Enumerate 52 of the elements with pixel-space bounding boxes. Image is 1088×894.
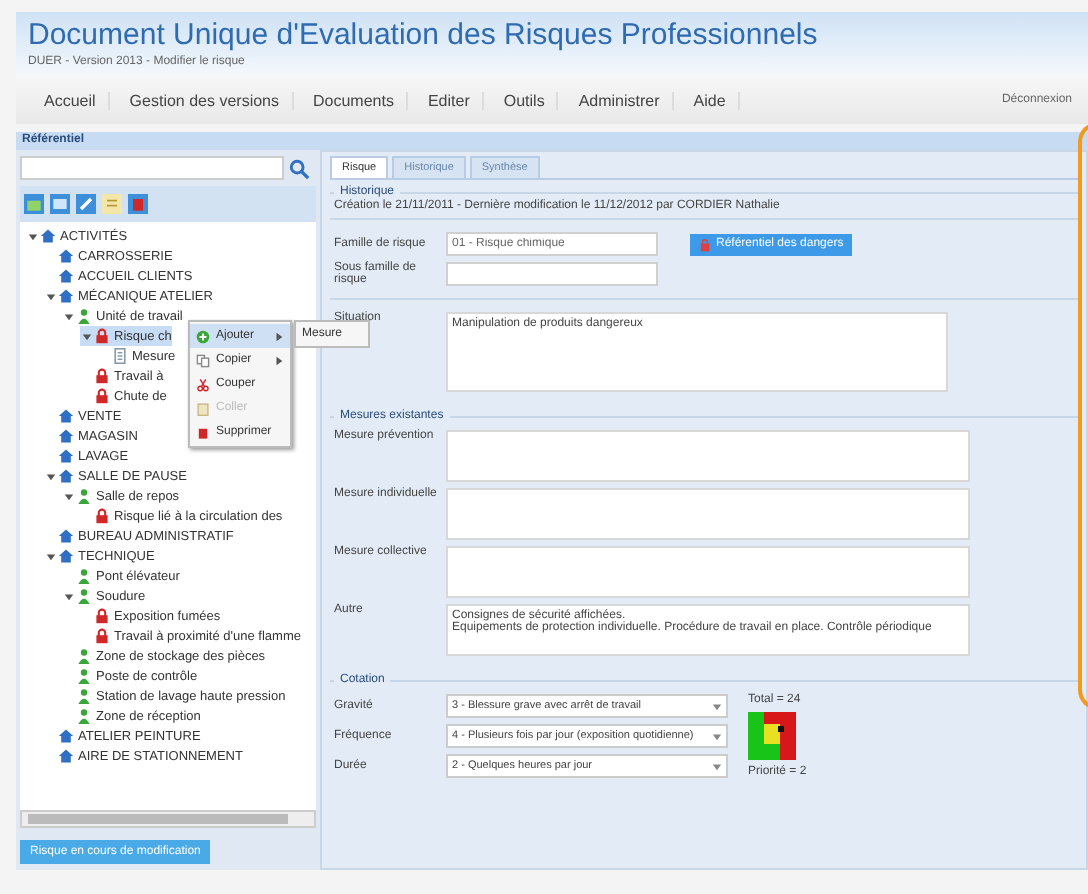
add-folder-icon[interactable]: [24, 194, 44, 214]
lock-icon: [698, 237, 712, 251]
search-field[interactable]: [20, 156, 284, 180]
collapse-arrow-icon[interactable]: [82, 331, 92, 341]
person-icon: [76, 308, 92, 324]
search-icon[interactable]: [288, 157, 310, 179]
submenu-arrow-icon: [274, 331, 284, 341]
lock-icon: [94, 328, 110, 344]
person-icon: [76, 668, 92, 684]
person-icon: [76, 688, 92, 704]
input-field[interactable]: [446, 262, 658, 286]
delete-icon: [196, 425, 210, 439]
person-icon: [76, 488, 92, 504]
copy-icon: [196, 353, 210, 367]
lock-icon: [94, 368, 110, 384]
person-icon: [76, 648, 92, 664]
menu-item[interactable]: Editer: [415, 91, 484, 109]
collapse-arrow-icon[interactable]: [46, 291, 56, 301]
collapse-arrow-icon[interactable]: [28, 231, 38, 241]
menu-item[interactable]: Gestion des versions: [117, 91, 293, 109]
plus-icon: [196, 329, 210, 343]
horizontal-scrollbar[interactable]: [20, 810, 316, 828]
add-item-icon[interactable]: [50, 194, 70, 214]
scissors-icon: [196, 377, 210, 391]
lock-icon: [94, 508, 110, 524]
menu-item[interactable]: Documents: [301, 91, 408, 109]
person-icon: [76, 708, 92, 724]
lock-icon: [94, 388, 110, 404]
document-icon: [112, 348, 128, 364]
dropdown-arrow-icon: [712, 731, 722, 741]
dropdown-arrow-icon: [712, 761, 722, 771]
risk-matrix-drawing: [748, 712, 796, 760]
menu-item[interactable]: Aide: [681, 91, 740, 109]
person-icon: [76, 588, 92, 604]
collapse-arrow-icon[interactable]: [64, 311, 74, 321]
dropdown-arrow-icon: [712, 701, 722, 711]
note-icon[interactable]: [102, 194, 122, 214]
collapse-arrow-icon[interactable]: [64, 491, 74, 501]
delete-icon[interactable]: [128, 194, 148, 214]
app-title: Document Unique d'Evaluation des Risques Professionnels: [28, 18, 820, 52]
lock-icon: [94, 608, 110, 624]
person-icon: [76, 568, 92, 584]
menu-item[interactable]: Administrer: [566, 91, 674, 109]
collapse-arrow-icon[interactable]: [46, 551, 56, 561]
collapse-arrow-icon[interactable]: [46, 471, 56, 481]
collapse-arrow-icon[interactable]: [64, 591, 74, 601]
menu-item[interactable]: Accueil: [32, 91, 110, 109]
submenu-arrow-icon: [274, 355, 284, 365]
edit-icon[interactable]: [76, 194, 96, 214]
clipboard-icon: [196, 401, 210, 415]
lock-icon: [94, 628, 110, 644]
menu-item[interactable]: Outils: [491, 91, 559, 109]
